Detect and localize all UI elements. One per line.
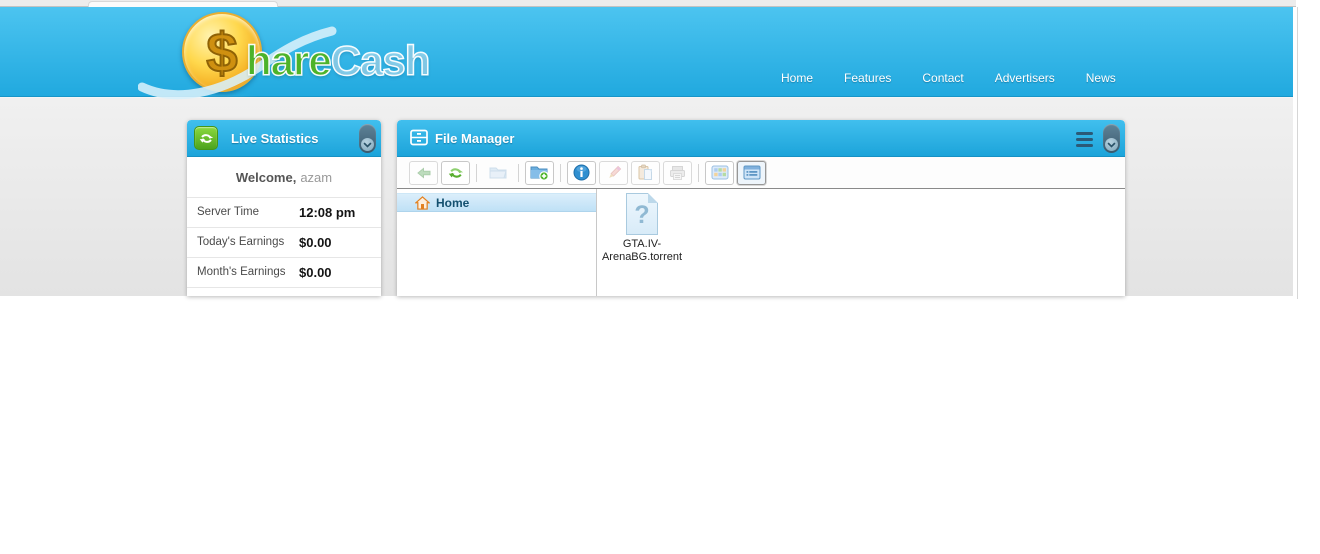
printer-icon bbox=[669, 165, 686, 181]
refresh-button[interactable] bbox=[441, 161, 470, 185]
back-button[interactable] bbox=[409, 161, 438, 185]
info-button[interactable] bbox=[567, 161, 596, 185]
stat-value: $0.00 bbox=[299, 265, 332, 280]
file-cabinet-icon bbox=[409, 129, 429, 147]
unknown-file-icon: ? bbox=[626, 193, 658, 235]
file-manager-title: File Manager bbox=[435, 131, 514, 146]
pencil-icon bbox=[606, 165, 622, 181]
list-view-icon bbox=[743, 165, 761, 180]
print-button[interactable] bbox=[663, 161, 692, 185]
stat-value: 12:08 pm bbox=[299, 205, 355, 220]
fm-collapse-toggle[interactable] bbox=[1103, 124, 1120, 153]
fm-file-area: ? GTA.IV-ArenaBG.torrent bbox=[597, 189, 1125, 296]
logo-wordmark: hareCash bbox=[246, 37, 429, 85]
list-view-button[interactable] bbox=[737, 161, 766, 185]
main-nav: Home Features Contact Advertisers News bbox=[781, 71, 1116, 85]
tree-item-label: Home bbox=[436, 196, 469, 210]
live-statistics-header: Live Statistics bbox=[187, 120, 381, 157]
stat-label: Server Time bbox=[197, 206, 259, 218]
home-icon bbox=[415, 196, 430, 210]
new-folder-icon bbox=[530, 164, 549, 181]
stat-label: Today's Earnings bbox=[197, 236, 284, 248]
question-mark-glyph: ? bbox=[634, 201, 649, 230]
stat-row-server-time: Server Time 12:08 pm bbox=[187, 198, 381, 228]
open-folder-button[interactable] bbox=[483, 161, 512, 185]
site-header: $ hareCash Home Features Contact Adverti… bbox=[0, 7, 1293, 97]
screen: $ hareCash Home Features Contact Adverti… bbox=[0, 0, 1320, 554]
refresh-icon bbox=[448, 165, 464, 181]
file-manager-panel: File Manager bbox=[397, 120, 1125, 296]
nav-features[interactable]: Features bbox=[844, 71, 891, 85]
file-item[interactable]: ? GTA.IV-ArenaBG.torrent bbox=[597, 193, 687, 264]
live-statistics-title: Live Statistics bbox=[231, 131, 318, 146]
grid-view-button[interactable] bbox=[705, 161, 734, 185]
new-folder-button[interactable] bbox=[525, 161, 554, 185]
file-name-label: GTA.IV-ArenaBG.torrent bbox=[598, 238, 686, 264]
chevron-down-icon bbox=[361, 138, 374, 151]
file-manager-header: File Manager bbox=[397, 120, 1125, 157]
live-statistics-panel: Live Statistics Welcome, azam Server Tim… bbox=[187, 120, 381, 296]
toolbar-separator bbox=[560, 164, 561, 182]
toolbar-separator bbox=[476, 164, 477, 182]
chevron-down-icon bbox=[1105, 138, 1118, 151]
menu-icon[interactable] bbox=[1076, 132, 1093, 147]
stat-row-todays-earnings: Today's Earnings $0.00 bbox=[187, 228, 381, 258]
welcome-label: Welcome, bbox=[236, 170, 296, 185]
back-arrow-icon bbox=[416, 165, 432, 181]
nav-contact[interactable]: Contact bbox=[922, 71, 963, 85]
rename-button[interactable] bbox=[599, 161, 628, 185]
fm-folder-tree: Home bbox=[397, 189, 597, 296]
refresh-stats-icon bbox=[194, 126, 218, 150]
browser-top-strip bbox=[0, 0, 1296, 7]
nav-advertisers[interactable]: Advertisers bbox=[995, 71, 1055, 85]
username: azam bbox=[300, 170, 332, 185]
logo-text-cash: Cash bbox=[331, 37, 430, 84]
stats-collapse-toggle[interactable] bbox=[359, 124, 376, 153]
paste-button[interactable] bbox=[631, 161, 660, 185]
logo-text-hare: hare bbox=[246, 37, 331, 84]
fm-body: Home ? GTA.IV-ArenaBG.torrent bbox=[397, 189, 1125, 296]
toolbar-separator bbox=[518, 164, 519, 182]
welcome-row: Welcome, azam bbox=[187, 157, 381, 198]
browser-window-edge bbox=[1297, 7, 1298, 299]
paste-clipboard-icon bbox=[637, 164, 654, 181]
fm-toolbar bbox=[397, 157, 1125, 189]
folder-icon bbox=[489, 165, 507, 180]
stat-label: Month's Earnings bbox=[197, 266, 286, 278]
info-icon bbox=[573, 164, 590, 181]
grid-view-icon bbox=[711, 165, 729, 180]
stat-value: $0.00 bbox=[299, 235, 332, 250]
toolbar-separator bbox=[698, 164, 699, 182]
nav-home[interactable]: Home bbox=[781, 71, 813, 85]
stat-row-months-earnings: Month's Earnings $0.00 bbox=[187, 258, 381, 288]
nav-news[interactable]: News bbox=[1086, 71, 1116, 85]
tree-item-home[interactable]: Home bbox=[397, 193, 596, 212]
